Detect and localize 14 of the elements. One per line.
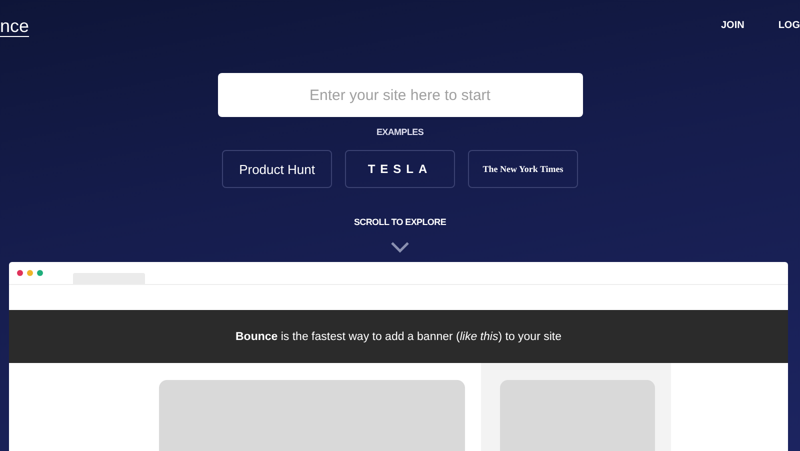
examples-label: EXAMPLES xyxy=(376,127,424,137)
maximize-dot-icon xyxy=(37,270,43,276)
close-dot-icon xyxy=(17,270,23,276)
example-button[interactable]: Product Hunt xyxy=(222,150,332,188)
example-button[interactable]: The New York Times xyxy=(468,150,578,188)
nav-link[interactable]: JOIN xyxy=(720,20,744,30)
site-input-field[interactable]: Enter your site here to start xyxy=(218,73,582,117)
minimize-dot-icon xyxy=(27,270,33,276)
scroll-hint: SCROLL TO EXPLORE xyxy=(354,217,446,227)
example-button[interactable]: TESLA xyxy=(345,150,455,188)
chevron-down-icon[interactable] xyxy=(390,241,410,253)
banner-text: Bounce is the fastest way to add a banner (like this) to your site xyxy=(236,330,562,342)
logo-link[interactable]: nce xyxy=(0,16,30,36)
nav-link[interactable]: LOG xyxy=(778,20,800,30)
